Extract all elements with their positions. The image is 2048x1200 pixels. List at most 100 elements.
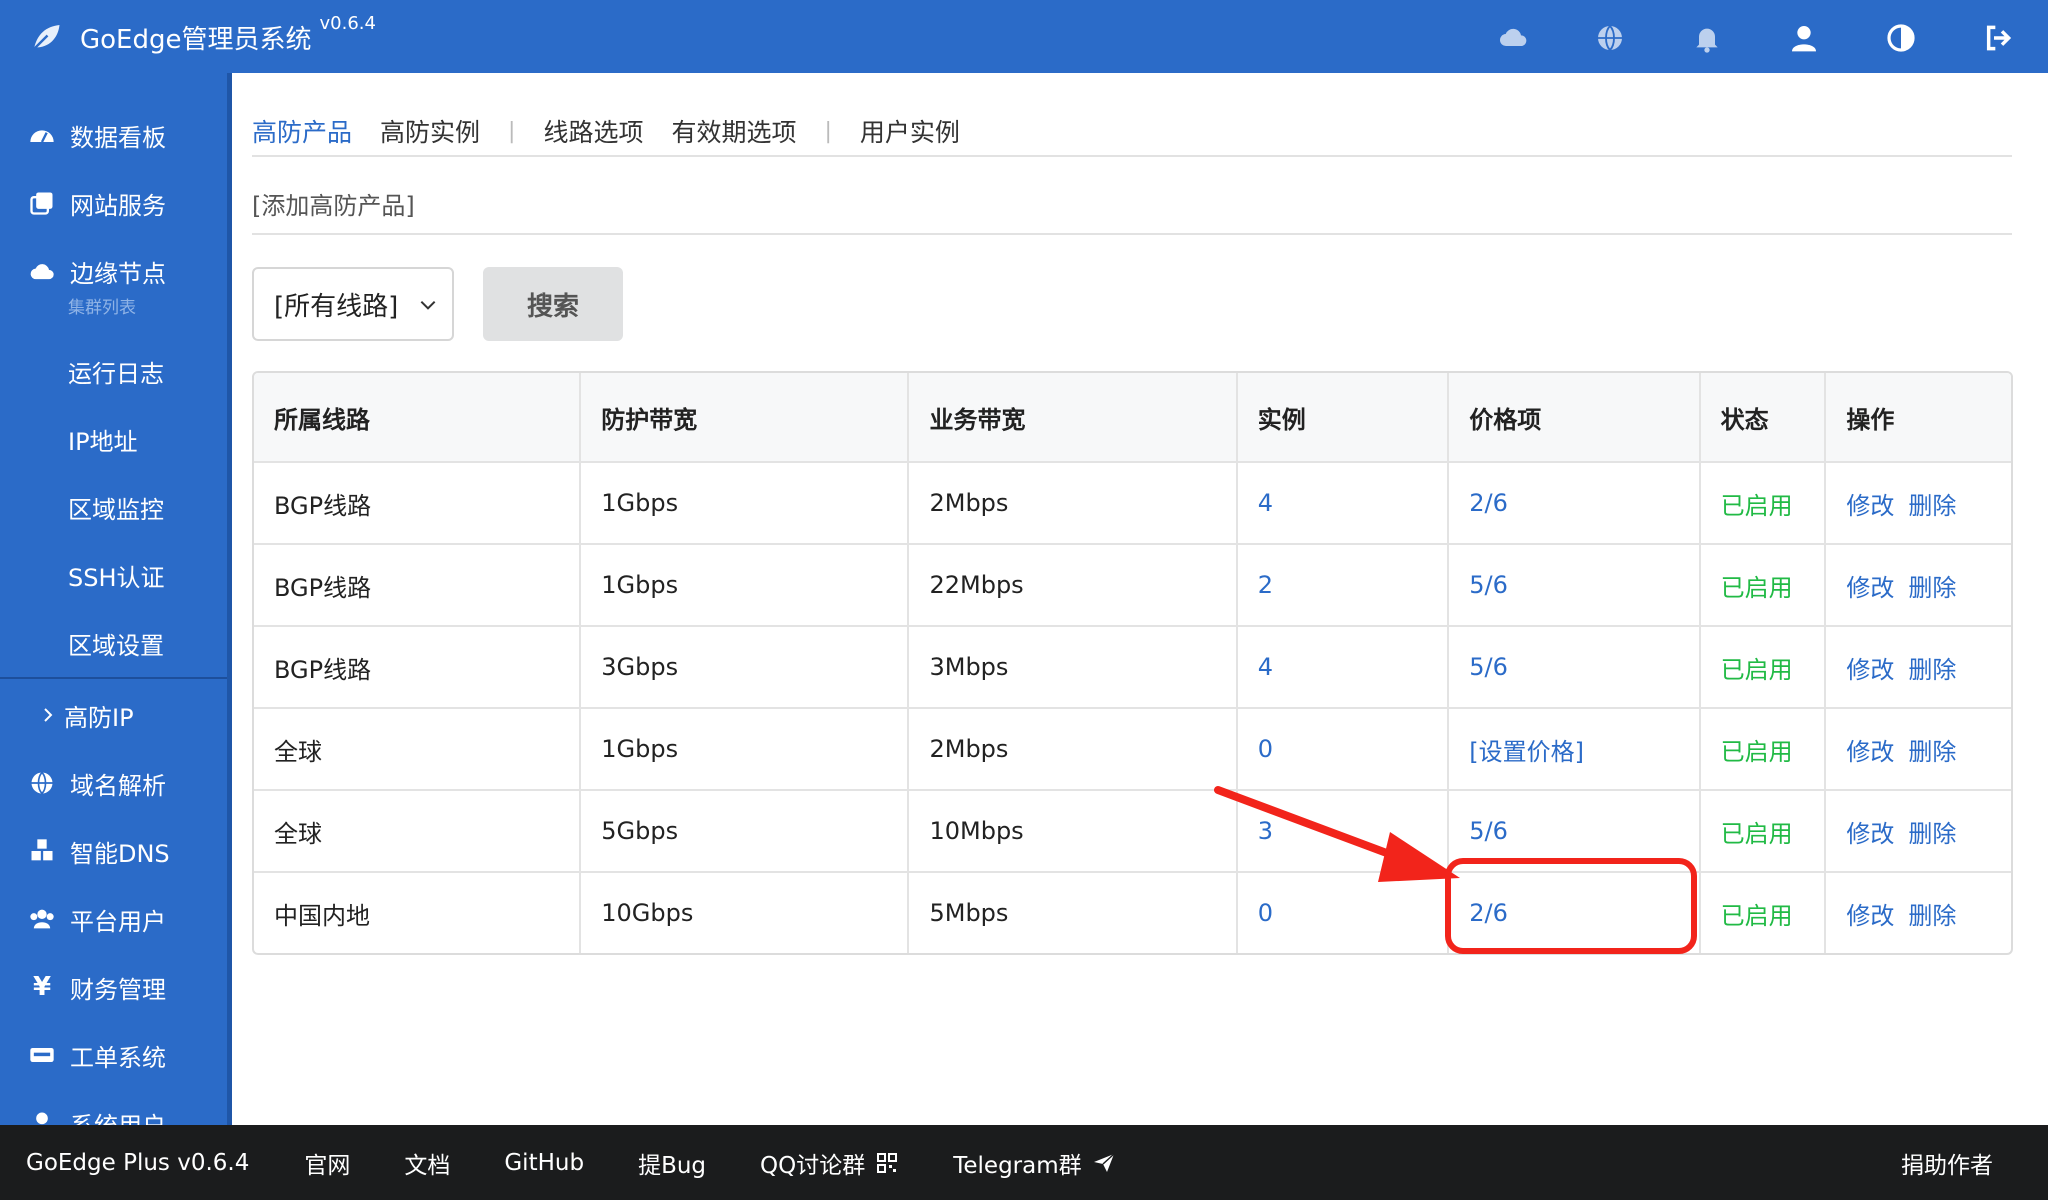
footer-link-donate[interactable]: 捐助作者: [1901, 1146, 1993, 1180]
sidebar-item-run-log[interactable]: 运行日志: [0, 343, 227, 399]
column-header: 价格项: [1447, 373, 1698, 461]
cell-line: BGP线路: [274, 573, 372, 602]
logout-icon[interactable]: [1978, 18, 2018, 58]
sidebar-item-anti-ddos-ip[interactable]: 高防IP: [0, 687, 227, 743]
edit-link[interactable]: 修改: [1846, 896, 1894, 931]
sidebar-scrollbar[interactable]: [227, 73, 232, 1125]
brand[interactable]: GoEdge管理员系统 v0.6.4: [28, 13, 376, 60]
cell-price-link[interactable]: 5/6: [1447, 627, 1698, 707]
tab-anti-ddos-products[interactable]: 高防产品: [252, 113, 352, 149]
footer-link-github[interactable]: GitHub: [504, 1150, 584, 1176]
chevron-down-icon: [420, 300, 436, 310]
status-badge: 已启用: [1698, 791, 1825, 871]
sidebar-item-ip-address[interactable]: IP地址: [0, 411, 227, 467]
cell-operations: 修改 删除: [1824, 463, 2011, 543]
edit-link[interactable]: 修改: [1846, 568, 1894, 603]
delete-link[interactable]: 删除: [1908, 896, 1956, 931]
cell-instances-link[interactable]: 2: [1235, 545, 1448, 625]
cell-price-link[interactable]: 2/6: [1447, 463, 1698, 543]
paper-plane-icon: [1093, 1152, 1115, 1172]
main-content: 高防产品 高防实例 | 线路选项 有效期选项 | 用户实例 [添加高防产品] […: [252, 73, 2013, 1125]
column-header: 业务带宽: [907, 373, 1235, 461]
add-product-link[interactable]: [添加高防产品]: [252, 181, 415, 225]
cell-instances-link[interactable]: 4: [1235, 627, 1448, 707]
status-badge: 已启用: [1698, 709, 1825, 789]
sidebar-item-label: 系统用户: [70, 1106, 166, 1126]
footer-link-official-site[interactable]: 官网: [304, 1146, 350, 1180]
delete-link[interactable]: 删除: [1908, 568, 1956, 603]
footer-link-docs[interactable]: 文档: [404, 1146, 450, 1180]
tab-separator: |: [508, 118, 516, 144]
table-row: BGP线路 1Gbps 22Mbps 2 5/6 已启用 修改 删除: [254, 543, 2011, 625]
tab-line-options[interactable]: 线路选项: [543, 113, 643, 149]
footer-link-qq-group[interactable]: QQ讨论群: [760, 1146, 899, 1180]
bell-icon[interactable]: [1687, 18, 1727, 58]
edit-link[interactable]: 修改: [1846, 650, 1894, 685]
cell-line: 中国内地: [274, 901, 370, 930]
cell-line: 全球: [274, 819, 322, 848]
cell-line: BGP线路: [274, 655, 372, 684]
sidebar-item-label: 智能DNS: [70, 839, 170, 868]
edit-link[interactable]: 修改: [1846, 814, 1894, 849]
cell-service-bandwidth: 5Mbps: [907, 873, 1235, 953]
sidebar-item-finance[interactable]: ¥ 财务管理: [0, 959, 227, 1015]
cell-service-bandwidth: 10Mbps: [907, 791, 1235, 871]
sidebar-item-region-settings[interactable]: 区域设置: [0, 615, 227, 671]
tab-divider: [252, 155, 2012, 157]
products-table: 所属线路 防护带宽 业务带宽 实例 价格项 状态 操作 BGP线路 1Gbps …: [252, 371, 2013, 955]
sidebar-caption-cluster-list[interactable]: 集群列表: [68, 293, 136, 318]
sidebar: 数据看板 网站服务 边缘节点 集群列表 运行日志 IP地址 区域监控 SSH认证…: [0, 73, 232, 1125]
cell-service-bandwidth: 3Mbps: [907, 627, 1235, 707]
line-filter-select[interactable]: [所有线路]: [252, 267, 454, 341]
cell-operations: 修改 删除: [1824, 873, 2011, 953]
column-header: 操作: [1824, 373, 2011, 461]
sidebar-item-region-monitor[interactable]: 区域监控: [0, 479, 227, 535]
cloud-icon[interactable]: [1493, 18, 1533, 58]
edit-link[interactable]: 修改: [1846, 486, 1894, 521]
tab-anti-ddos-instances[interactable]: 高防实例: [380, 113, 480, 149]
delete-link[interactable]: 删除: [1908, 650, 1956, 685]
cell-service-bandwidth: 22Mbps: [907, 545, 1235, 625]
cell-instances-link[interactable]: 0: [1235, 709, 1448, 789]
dashboard-icon: [26, 119, 58, 151]
footer-product-name: GoEdge Plus v0.6.4: [26, 1149, 250, 1176]
search-button[interactable]: 搜索: [483, 267, 623, 341]
cell-protect-bandwidth: 1Gbps: [579, 709, 907, 789]
footer-link-report-bug[interactable]: 提Bug: [638, 1146, 706, 1180]
cell-instances-link[interactable]: 4: [1235, 463, 1448, 543]
delete-link[interactable]: 删除: [1908, 814, 1956, 849]
delete-link[interactable]: 删除: [1908, 486, 1956, 521]
sidebar-item-label: 高防IP: [64, 703, 134, 732]
section-divider: [252, 233, 2012, 235]
cell-service-bandwidth: 2Mbps: [907, 463, 1235, 543]
user-icon: [26, 1107, 58, 1125]
sidebar-item-dns-resolve[interactable]: 域名解析: [0, 755, 227, 811]
cell-protect-bandwidth: 5Gbps: [579, 791, 907, 871]
sidebar-item-websites[interactable]: 网站服务: [0, 175, 227, 231]
sidebar-item-label: 财务管理: [70, 975, 166, 1004]
table-row: 全球 5Gbps 10Mbps 3 5/6 已启用 修改 删除: [254, 789, 2011, 871]
footer-link-telegram[interactable]: Telegram群: [953, 1146, 1115, 1180]
cell-price-link[interactable]: 5/6: [1447, 545, 1698, 625]
sidebar-item-ticket-system[interactable]: 工单系统: [0, 1027, 227, 1083]
tab-period-options[interactable]: 有效期选项: [671, 113, 796, 149]
sidebar-item-platform-users[interactable]: 平台用户: [0, 891, 227, 947]
sidebar-item-dashboard[interactable]: 数据看板: [0, 107, 227, 163]
tab-user-instances[interactable]: 用户实例: [860, 113, 960, 149]
footer-bar: GoEdge Plus v0.6.4 官网 文档 GitHub 提Bug QQ讨…: [0, 1125, 2048, 1200]
delete-link[interactable]: 删除: [1908, 732, 1956, 767]
cell-protect-bandwidth: 1Gbps: [579, 545, 907, 625]
contrast-icon[interactable]: [1881, 18, 1921, 58]
sidebar-item-edge-nodes[interactable]: 边缘节点: [0, 243, 227, 299]
sidebar-item-ssh-auth[interactable]: SSH认证: [0, 547, 227, 603]
globe-icon[interactable]: [1590, 18, 1630, 58]
table-row: BGP线路 1Gbps 2Mbps 4 2/6 已启用 修改 删除: [254, 461, 2011, 543]
user-icon[interactable]: [1784, 18, 1824, 58]
edit-link[interactable]: 修改: [1846, 732, 1894, 767]
annotation-arrow: [1214, 786, 1460, 882]
sidebar-item-smart-dns[interactable]: 智能DNS: [0, 823, 227, 879]
set-price-link[interactable]: [设置价格]: [1447, 709, 1698, 789]
sidebar-item-system-users[interactable]: 系统用户: [0, 1095, 227, 1125]
top-header: GoEdge管理员系统 v0.6.4: [0, 0, 2048, 73]
app-title: GoEdge管理员系统: [80, 24, 312, 55]
